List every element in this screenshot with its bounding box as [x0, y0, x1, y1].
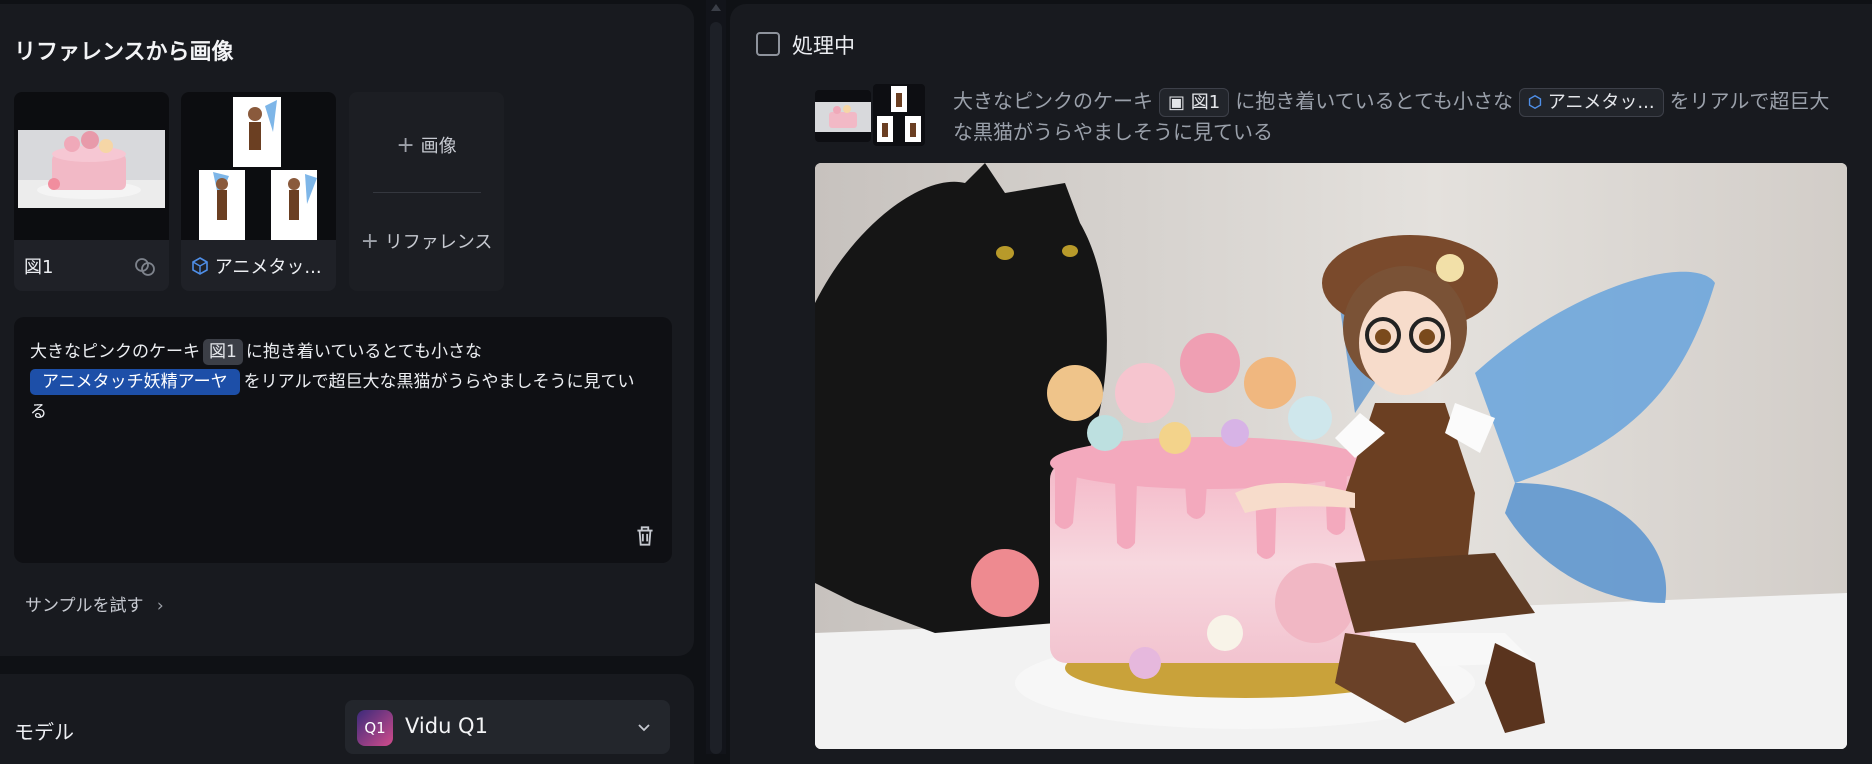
reference-item-anime-fairy[interactable]: アニメタッ...: [181, 92, 336, 291]
scroll-up-icon[interactable]: [711, 4, 721, 11]
reference-section-title: リファレンスから画像: [14, 40, 234, 65]
fairy-thumbnail: [181, 92, 336, 240]
plus-icon: +: [360, 229, 380, 254]
image-icon: ▣: [1168, 92, 1186, 113]
figure-chip[interactable]: 図1: [203, 339, 243, 365]
trash-icon[interactable]: [632, 523, 658, 549]
cake-thumbnail: [14, 92, 169, 240]
chevron-right-icon: ›: [156, 596, 164, 616]
model-panel: モデル Q1 Vidu Q1: [0, 674, 694, 764]
scrollbar-thumb[interactable]: [710, 22, 722, 754]
status-text: 処理中: [792, 34, 855, 58]
prompt-input[interactable]: 大きなピンクのケーキ 図1 に抱き着いているとても小さな アニメタッチ妖精アーヤ をリ…: [14, 317, 672, 563]
add-reference-button[interactable]: + リファレンス: [349, 228, 504, 254]
generated-image[interactable]: [815, 163, 1847, 749]
model-logo: Q1: [357, 710, 393, 746]
select-checkbox[interactable]: [756, 32, 780, 56]
scrollbar[interactable]: [706, 0, 726, 754]
try-sample-link[interactable]: サンプルを試す ›: [25, 591, 164, 616]
cube-icon: [192, 257, 208, 275]
plus-icon: +: [396, 133, 415, 158]
face-swap-icon[interactable]: [133, 255, 157, 279]
prompt-text[interactable]: 大きなピンクのケーキ 図1 に抱き着いているとても小さな アニメタッチ妖精アーヤ をリ…: [30, 337, 650, 427]
reference-panel: リファレンスから画像 図1 アニメタッ... + 画像 + リファレンス 大きな…: [0, 4, 694, 656]
reference-item-label: 図1: [24, 257, 54, 278]
add-image-button[interactable]: + 画像: [349, 132, 504, 158]
chevron-down-icon: [638, 724, 650, 732]
model-label: モデル: [14, 720, 74, 744]
cake-mini-thumbnail: [815, 90, 871, 142]
fairy-chip[interactable]: アニメタッチ妖精アーヤ: [30, 369, 240, 395]
cube-icon: [1528, 94, 1542, 110]
reference-item-label: アニメタッ...: [191, 253, 322, 279]
reference-item-figure1[interactable]: 図1: [14, 92, 169, 291]
model-select[interactable]: Q1 Vidu Q1: [345, 700, 670, 754]
add-reference-card: + 画像 + リファレンス: [349, 92, 504, 291]
figure-chip: ▣ 図1: [1159, 88, 1230, 117]
result-prompt: 大きなピンクのケーキ ▣ 図1 に抱き着いているとても小さな アニメタッ... をリア…: [953, 88, 1830, 144]
result-panel: 処理中 大きなピンクのケーキ ▣ 図1 に抱き着いているとても小さな アニメタッ..…: [730, 4, 1872, 764]
fairy-chip: アニメタッ...: [1519, 88, 1664, 117]
result-reference-thumbnails: [815, 84, 925, 146]
model-name: Vidu Q1: [405, 714, 488, 738]
fairy-mini-thumbnail: [873, 84, 925, 146]
divider: [373, 192, 481, 193]
